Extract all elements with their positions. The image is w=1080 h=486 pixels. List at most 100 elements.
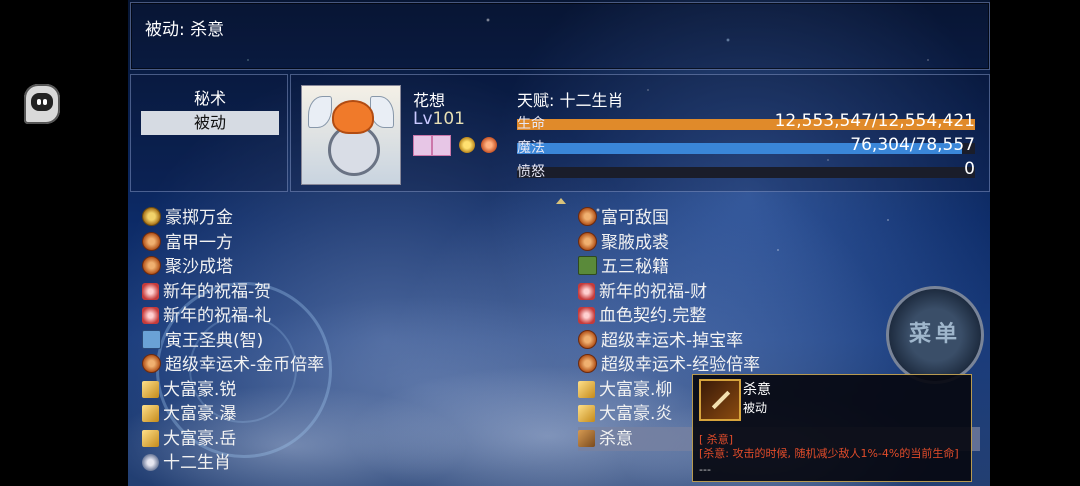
gold-icon (142, 429, 159, 447)
skill-list-item[interactable]: 富甲一方 (142, 231, 233, 255)
menu-button[interactable]: 菜单 (886, 286, 984, 384)
hp-label: 生命 (517, 116, 545, 132)
skill-list-item[interactable]: 新年的祝福-财 (578, 280, 707, 304)
gold-coin-icon (459, 137, 475, 153)
sword-icon (578, 429, 595, 447)
tab-passive[interactable]: 被动 (141, 111, 279, 135)
gear-icon (142, 256, 161, 275)
skill-list-item[interactable]: 大富豪.瀑 (142, 402, 236, 426)
skill-label: 聚沙成塔 (165, 257, 233, 277)
skill-list-item[interactable]: 富可敌国 (578, 206, 669, 230)
level-prefix: Lv (413, 109, 433, 129)
avatar-wing-left (308, 96, 332, 128)
rage-label: 愤怒 (517, 164, 545, 180)
skill-list-item[interactable]: 五三秘籍 (578, 255, 669, 279)
skill-label: 超级幸运术-掉宝率 (601, 330, 744, 351)
star-icon (142, 307, 159, 324)
skill-list-item[interactable]: 新年的祝福-礼 (142, 304, 271, 328)
gold-icon (142, 405, 159, 422)
scroll-up-arrow-icon[interactable] (556, 198, 566, 204)
character-avatar[interactable] (301, 85, 401, 185)
tooltip-description: [杀意: 攻击的时候, 随机减少敌人1%-4%的当前生命] (699, 447, 959, 460)
skill-label: 新年的祝福-财 (599, 281, 708, 302)
skill-label: 杀意 (599, 428, 633, 449)
skill-label: 聚腋成裘 (601, 232, 669, 253)
hp-row: 生命 12,553,547/12,554,421 (517, 111, 975, 133)
character-name: 花想 (413, 91, 446, 110)
star-icon (142, 282, 159, 300)
skill-list-item[interactable]: 大富豪.柳 (578, 378, 672, 402)
skill-label: 新年的祝福-礼 (163, 306, 272, 326)
skill-list-item[interactable]: 寅王圣典(智) (142, 329, 263, 353)
skill-label: 大富豪.柳 (599, 379, 673, 400)
skill-label: 十二生肖 (163, 453, 231, 473)
skill-list-item[interactable]: 超级幸运术-掉宝率 (578, 329, 743, 353)
header-panel: 被动: 杀意 (130, 2, 990, 70)
coin-icon (142, 207, 161, 226)
star-icon (578, 282, 595, 300)
level-value: 101 (432, 109, 465, 129)
star-icon (578, 307, 595, 324)
skill-list-item[interactable]: 新年的祝福-贺 (142, 280, 271, 304)
skill-list-item[interactable]: 大富豪.岳 (142, 427, 236, 451)
tab-secret-arts[interactable]: 秘术 (141, 87, 279, 111)
book-icon (578, 256, 597, 275)
skill-tooltip: 杀意 被动 [ 杀意] [杀意: 攻击的时候, 随机减少敌人1%-4%的当前生命… (692, 374, 972, 482)
skill-label: 豪掷万金 (165, 208, 233, 228)
avatar-head (332, 100, 374, 134)
right-bezel (990, 0, 1080, 486)
gold-icon (142, 380, 159, 398)
tooltip-title: 杀意 (743, 382, 771, 398)
rage-value: 0 (964, 159, 975, 179)
female-badge-icon (413, 135, 432, 156)
gold-icon (578, 380, 595, 398)
mp-label: 魔法 (517, 140, 545, 156)
skill-list-item[interactable]: 血色契约.完整 (578, 304, 706, 328)
gear-icon (578, 329, 597, 349)
skill-list-item[interactable]: 十二生肖 (142, 451, 231, 475)
skill-list-item[interactable]: 超级幸运术-金币倍率 (142, 353, 324, 377)
skill-label: 富可敌国 (601, 208, 669, 228)
mp-value: 76,304/78,557 (850, 135, 975, 155)
blade-shape (711, 390, 731, 410)
skill-list-item[interactable]: 大富豪.炎 (578, 402, 672, 426)
gold-icon (578, 405, 595, 422)
skill-label: 超级幸运术-经验倍率 (601, 355, 761, 375)
person-badge-icon (432, 135, 451, 156)
robot-eye (37, 99, 41, 105)
rage-bar (517, 167, 975, 178)
skill-label: 寅王圣典(智) (165, 330, 264, 351)
flower-icon (142, 454, 159, 471)
tooltip-subtitle: 被动 (743, 401, 768, 415)
skill-label: 富甲一方 (165, 232, 233, 253)
page-title: 被动: 杀意 (145, 20, 225, 40)
skill-label: 大富豪.瀑 (163, 404, 237, 424)
skill-label: 大富豪.锐 (163, 379, 237, 400)
character-level: Lv101 (413, 109, 465, 129)
talent-label: 天赋: 十二生肖 (517, 91, 624, 110)
hp-value: 12,553,547/12,554,421 (774, 111, 975, 131)
skill-type-tabs: 秘术 被动 (130, 74, 288, 192)
assistant-robot-icon[interactable] (24, 84, 60, 124)
mp-row: 魔法 76,304/78,557 (517, 135, 975, 157)
blue-icon (142, 329, 161, 349)
skill-list-item[interactable]: 聚腋成裘 (578, 231, 669, 255)
skill-label: 大富豪.岳 (163, 428, 237, 449)
skill-list-item[interactable]: 聚沙成塔 (142, 255, 233, 279)
game-screen: 被动: 杀意 秘术 被动 花想 Lv101 天赋: 十二生肖 生命 12,553… (128, 0, 990, 486)
robot-face (31, 93, 53, 111)
skill-list-item[interactable]: 大富豪.锐 (142, 378, 236, 402)
gear-icon (578, 207, 597, 226)
left-bezel (0, 0, 128, 486)
skill-list-item[interactable]: 豪掷万金 (142, 206, 233, 230)
gear-icon (578, 231, 597, 251)
gear-icon (142, 354, 161, 373)
tooltip-separator: --- (699, 463, 711, 476)
gear-icon (142, 231, 161, 251)
gear-badge-icon (481, 137, 497, 153)
skill-label: 血色契约.完整 (599, 306, 707, 326)
skill-label: 大富豪.炎 (599, 404, 673, 424)
character-panel: 花想 Lv101 天赋: 十二生肖 生命 12,553,547/12,554,4… (290, 74, 990, 192)
skill-label: 超级幸运术-金币倍率 (165, 355, 325, 375)
robot-eye (43, 99, 47, 105)
